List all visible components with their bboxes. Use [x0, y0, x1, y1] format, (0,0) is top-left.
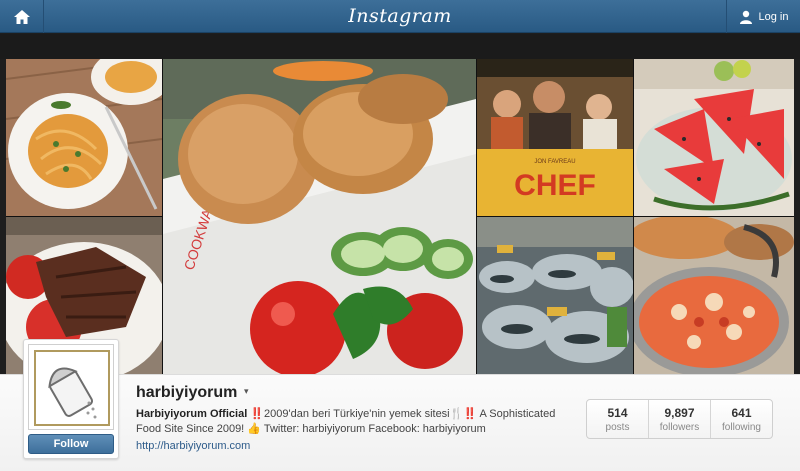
poster-credit: JON FAVREAU: [534, 159, 575, 165]
thumbs-up-icon: 👍: [247, 423, 261, 435]
double-exclamation-icon-2: ‼️: [463, 408, 478, 420]
user-icon: [739, 10, 752, 24]
profile-stats: 514 posts 9,897 followers 641 following: [586, 399, 773, 439]
bio-name: Harbiyiyorum Official: [136, 408, 248, 420]
stat-posts[interactable]: 514 posts: [587, 400, 649, 438]
photo-tile-watermelon[interactable]: [634, 59, 794, 216]
bio-text-social: Twitter: harbiyiyorum Facebook: harbiyiy…: [261, 423, 486, 435]
chevron-down-icon[interactable]: ▾: [244, 386, 249, 397]
header-spacer: [0, 34, 800, 59]
fork-knife-icon: 🍴: [449, 408, 464, 420]
stat-followers[interactable]: 9,897 followers: [649, 400, 711, 438]
chef-poster-photo: JON FAVREAU CHEF: [477, 59, 633, 216]
profile-bio: Harbiyiyorum Official ‼️2009'dan beri Tü…: [136, 407, 556, 437]
avatar[interactable]: [28, 344, 114, 430]
website-link[interactable]: http://harbiyiyorum.com: [136, 440, 250, 452]
top-navigation-bar: Instagram Log in: [0, 0, 800, 33]
photo-grid: COOKWARE JON FAVREAU CHEF: [6, 59, 794, 374]
follow-button[interactable]: Follow: [28, 434, 114, 454]
stat-label: following: [722, 421, 761, 433]
photo-tile-stew[interactable]: [634, 217, 794, 374]
stew-photo: [634, 217, 794, 374]
stat-following[interactable]: 641 following: [711, 400, 772, 438]
instagram-logo[interactable]: Instagram: [0, 5, 800, 27]
fried-dough-photo: COOKWARE: [163, 59, 476, 374]
stat-value: 641: [731, 405, 752, 420]
stat-label: posts: [605, 421, 630, 433]
fish-market-photo: [477, 217, 633, 374]
bio-text-turkish: 2009'dan beri Türkiye'nin yemek sitesi: [264, 408, 450, 420]
login-button[interactable]: Log in: [726, 0, 800, 33]
pasta-photo: [6, 59, 162, 216]
salt-shaker-icon: [29, 345, 113, 429]
stat-value: 9,897: [664, 405, 695, 420]
profile-card: Follow: [23, 339, 119, 459]
photo-tile-fried-dough[interactable]: COOKWARE: [163, 59, 476, 374]
photo-tile-pasta[interactable]: [6, 59, 162, 216]
stat-label: followers: [659, 421, 700, 433]
photo-tile-chef-poster[interactable]: JON FAVREAU CHEF: [477, 59, 633, 216]
poster-title: CHEF: [514, 169, 596, 202]
login-label: Log in: [758, 10, 789, 23]
watermelon-photo: [634, 59, 794, 216]
photo-tile-fish-market[interactable]: [477, 217, 633, 374]
double-exclamation-icon: ‼️: [250, 408, 265, 420]
stat-value: 514: [607, 405, 628, 420]
profile-username[interactable]: harbiyiyorum: [136, 384, 237, 402]
